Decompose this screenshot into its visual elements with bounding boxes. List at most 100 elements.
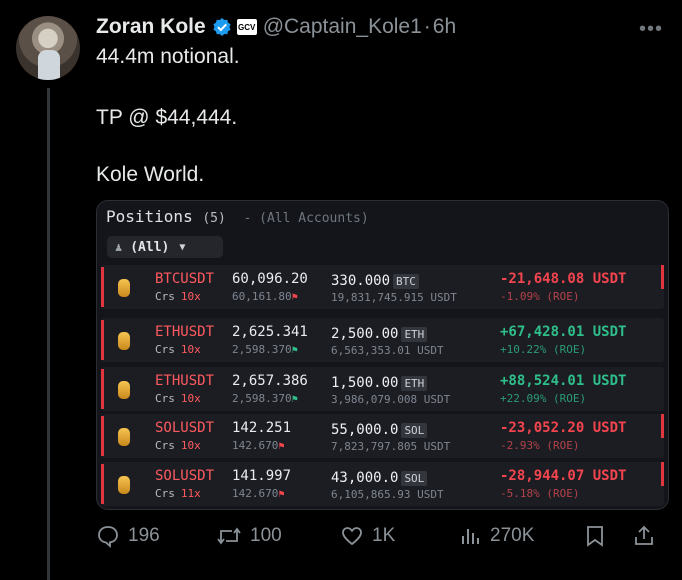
notional-value: 19,831,745.915 USDT xyxy=(331,291,457,304)
chevron-down-icon: ▼ xyxy=(179,241,186,253)
pnl-value: +67,428.01 USDT xyxy=(500,324,627,340)
pnl-value: -28,944.07 USDT xyxy=(500,468,627,484)
notional-value: 3,986,079.008 USDT xyxy=(331,393,451,406)
quantity-unit: SOL xyxy=(401,471,428,486)
reply-button[interactable]: 196 xyxy=(96,518,160,554)
positions-image[interactable]: Positions (5) - (All Accounts) ♟ (All) ▼… xyxy=(96,200,669,510)
entry-price: 2,657.386 xyxy=(232,373,308,389)
entry-price: 141.997 xyxy=(232,468,292,484)
mark-price: 60,161.80 xyxy=(232,290,292,303)
quantity: 43,000.0 SOL xyxy=(331,470,428,486)
leverage: 10x xyxy=(180,290,201,303)
pnl-value: -21,648.08 USDT xyxy=(500,271,627,287)
mark-price: 142.670 xyxy=(232,439,279,452)
tweet-line-3: Kole World. xyxy=(96,163,205,186)
coin-icon xyxy=(118,279,130,297)
share-icon xyxy=(635,525,653,545)
position-row: ETHUSDT Crs 10x 2,625.341 2,598.370⚑ 2,500.00… xyxy=(101,318,664,362)
quantity: 1,500.00 ETH xyxy=(331,375,428,391)
margin-mode: Crs xyxy=(155,343,175,356)
quantity-value: 43,000.0 xyxy=(331,470,399,486)
positions-count: (5) xyxy=(202,211,226,226)
like-button[interactable]: 1K xyxy=(340,518,395,554)
repost-icon xyxy=(217,527,241,545)
more-icon[interactable]: ••• xyxy=(639,18,663,41)
accounts-label: - (All Accounts) xyxy=(243,211,369,226)
like-count: 1K xyxy=(372,525,396,546)
account-filter[interactable]: ♟ (All) ▼ xyxy=(107,236,223,258)
views-button[interactable]: 270K xyxy=(458,518,534,554)
symbol: ETHUSDT xyxy=(155,324,215,340)
reply-icon xyxy=(98,526,118,548)
mark-price-group: 142.670⚑ xyxy=(232,487,284,500)
quantity-value: 330.000 xyxy=(331,273,391,289)
side-bar xyxy=(101,416,104,456)
quantity-unit: ETH xyxy=(401,327,428,342)
quantity-unit: BTC xyxy=(393,274,419,289)
symbol: SOLUSDT xyxy=(155,468,215,484)
side-bar xyxy=(101,464,104,504)
quantity-unit: SOL xyxy=(401,423,428,438)
coin-icon xyxy=(118,381,130,399)
edge-bar xyxy=(661,265,664,289)
author-name[interactable]: Zoran Kole xyxy=(96,15,206,39)
view-count: 270K xyxy=(490,525,535,546)
author-handle[interactable]: @Captain_Kole1 xyxy=(263,15,422,39)
repost-button[interactable]: 100 xyxy=(216,518,282,554)
margin-info: Crs 10x xyxy=(155,392,201,405)
filter-label: (All) xyxy=(130,239,170,255)
affiliate-badge[interactable]: GCV xyxy=(236,19,257,35)
leverage: 11x xyxy=(180,487,201,500)
quantity-value: 55,000.0 xyxy=(331,422,399,438)
verified-icon xyxy=(213,18,231,36)
coin-icon xyxy=(118,428,130,446)
flag-icon: ⚑ xyxy=(278,441,285,452)
bar-chart-icon xyxy=(462,529,479,544)
user-icon: ♟ xyxy=(115,240,123,254)
leverage: 10x xyxy=(180,439,201,452)
pnl-value: -23,052.20 USDT xyxy=(500,420,627,436)
avatar[interactable] xyxy=(16,16,80,80)
bookmark-button[interactable] xyxy=(584,518,606,554)
margin-mode: Crs xyxy=(155,290,175,303)
flag-icon: ⚑ xyxy=(291,394,298,405)
roe-value: -2.93% (ROE) xyxy=(500,439,580,452)
roe-value: +10.22% (ROE) xyxy=(500,343,587,356)
mark-price-group: 60,161.80⚑ xyxy=(232,290,298,303)
tweet-time[interactable]: 6h xyxy=(433,15,456,39)
roe-value: +22.09% (ROE) xyxy=(500,392,587,405)
symbol: BTCUSDT xyxy=(155,271,215,287)
action-bar: 196 100 1K 270K xyxy=(96,518,666,554)
entry-price: 2,625.341 xyxy=(232,324,308,340)
flag-icon: ⚑ xyxy=(278,489,285,500)
share-button[interactable] xyxy=(632,518,656,554)
leverage: 10x xyxy=(180,343,201,356)
margin-info: Crs 10x xyxy=(155,290,201,303)
tweet-line-2: TP @ $44,444. xyxy=(96,106,238,129)
bookmark-icon xyxy=(587,526,603,547)
side-bar xyxy=(101,320,104,360)
tweet-header: Zoran Kole GCV @Captain_Kole1 · 6h xyxy=(96,14,456,40)
mark-price: 2,598.370 xyxy=(232,392,292,405)
coin-icon xyxy=(118,476,130,494)
quantity-unit: ETH xyxy=(401,376,428,391)
quantity: 55,000.0 SOL xyxy=(331,422,428,438)
positions-title: Positions (5) - (All Accounts) xyxy=(106,207,369,226)
pnl-value: +88,524.01 USDT xyxy=(500,373,627,389)
entry-price: 60,096.20 xyxy=(232,271,308,287)
roe-value: -5.18% (ROE) xyxy=(500,487,580,500)
notional-value: 6,105,865.93 USDT xyxy=(331,488,444,501)
edge-bar xyxy=(661,462,664,486)
notional-value: 7,823,797.805 USDT xyxy=(331,440,451,453)
reply-count: 196 xyxy=(128,525,160,546)
margin-mode: Crs xyxy=(155,439,175,452)
leverage: 10x xyxy=(180,392,201,405)
mark-price-group: 2,598.370⚑ xyxy=(232,343,298,356)
entry-price: 142.251 xyxy=(232,420,292,436)
position-row: BTCUSDT Crs 10x 60,096.20 60,161.80⚑ 330.000 B… xyxy=(101,265,664,309)
roe-value: -1.09% (ROE) xyxy=(500,290,580,303)
mark-price-group: 142.670⚑ xyxy=(232,439,284,452)
position-row: SOLUSDT Crs 10x 142.251 142.670⚑ 55,000.0 SOL 7… xyxy=(101,414,664,458)
flag-icon: ⚑ xyxy=(291,345,298,356)
symbol: SOLUSDT xyxy=(155,420,215,436)
